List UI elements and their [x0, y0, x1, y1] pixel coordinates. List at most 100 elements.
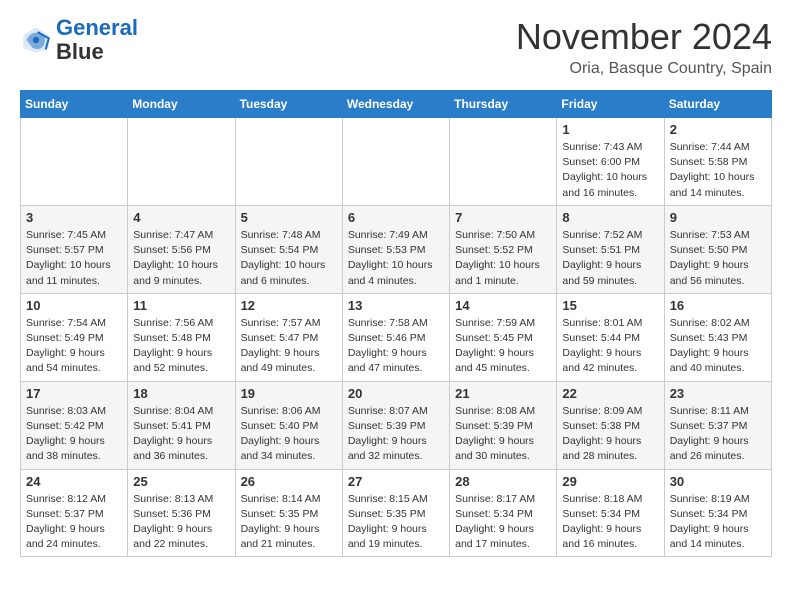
day-number: 10	[26, 298, 122, 313]
day-number: 15	[562, 298, 658, 313]
header-cell-friday: Friday	[557, 91, 664, 118]
calendar-cell: 9 Sunrise: 7:53 AM Sunset: 5:50 PM Daylig…	[664, 205, 771, 293]
day-info: Sunrise: 8:01 AM Sunset: 5:44 PM Dayligh…	[562, 316, 658, 377]
day-number: 18	[133, 386, 229, 401]
calendar-week-0: 1Sunrise: 7:43 AM Sunset: 6:00 PM Daylig…	[21, 118, 772, 206]
day-info: Sunrise: 7:52 AM Sunset: 5:51 PM Dayligh…	[562, 228, 658, 289]
calendar-cell	[235, 118, 342, 206]
day-number: 6	[348, 210, 444, 225]
day-info: Sunrise: 7:44 AM Sunset: 5:58 PM Dayligh…	[670, 140, 766, 201]
day-number: 29	[562, 474, 658, 489]
calendar-week-2: 10 Sunrise: 7:54 AM Sunset: 5:49 PM Dayli…	[21, 293, 772, 381]
day-info: Sunrise: 7:48 AM Sunset: 5:54 PM Dayligh…	[241, 228, 337, 289]
calendar-week-4: 24Sunrise: 8:12 AM Sunset: 5:37 PM Dayli…	[21, 469, 772, 557]
day-number: 30	[670, 474, 766, 489]
calendar-cell	[450, 118, 557, 206]
header-cell-tuesday: Tuesday	[235, 91, 342, 118]
calendar-week-1: 3 Sunrise: 7:45 AM Sunset: 5:57 PM Daylig…	[21, 205, 772, 293]
calendar-cell: 8 Sunrise: 7:52 AM Sunset: 5:51 PM Daylig…	[557, 205, 664, 293]
location: Oria, Basque Country, Spain	[516, 60, 772, 78]
calendar-cell: 22Sunrise: 8:09 AM Sunset: 5:38 PM Dayli…	[557, 381, 664, 469]
day-number: 28	[455, 474, 551, 489]
calendar-body: 1Sunrise: 7:43 AM Sunset: 6:00 PM Daylig…	[21, 118, 772, 557]
logo: General Blue	[20, 16, 138, 64]
header-cell-saturday: Saturday	[664, 91, 771, 118]
calendar-cell: 25 Sunrise: 8:13 AM Sunset: 5:36 PM Dayli…	[128, 469, 235, 557]
logo-line1: General	[56, 15, 138, 40]
day-info: Sunrise: 8:07 AM Sunset: 5:39 PM Dayligh…	[348, 404, 444, 465]
day-number: 14	[455, 298, 551, 313]
day-info: Sunrise: 7:53 AM Sunset: 5:50 PM Dayligh…	[670, 228, 766, 289]
calendar-cell: 3 Sunrise: 7:45 AM Sunset: 5:57 PM Daylig…	[21, 205, 128, 293]
day-number: 3	[26, 210, 122, 225]
logo-line2: Blue	[56, 40, 138, 64]
day-number: 25	[133, 474, 229, 489]
calendar-cell: 7 Sunrise: 7:50 AM Sunset: 5:52 PM Daylig…	[450, 205, 557, 293]
calendar-cell: 2 Sunrise: 7:44 AM Sunset: 5:58 PM Daylig…	[664, 118, 771, 206]
day-info: Sunrise: 7:54 AM Sunset: 5:49 PM Dayligh…	[26, 316, 122, 377]
calendar-cell: 30 Sunrise: 8:19 AM Sunset: 5:34 PM Dayli…	[664, 469, 771, 557]
month-title: November 2024	[516, 16, 772, 58]
calendar-cell: 23 Sunrise: 8:11 AM Sunset: 5:37 PM Dayli…	[664, 381, 771, 469]
day-info: Sunrise: 8:15 AM Sunset: 5:35 PM Dayligh…	[348, 492, 444, 553]
calendar-cell: 18 Sunrise: 8:04 AM Sunset: 5:41 PM Dayli…	[128, 381, 235, 469]
calendar-cell: 11 Sunrise: 7:56 AM Sunset: 5:48 PM Dayli…	[128, 293, 235, 381]
day-number: 13	[348, 298, 444, 313]
day-info: Sunrise: 7:56 AM Sunset: 5:48 PM Dayligh…	[133, 316, 229, 377]
calendar-cell: 24Sunrise: 8:12 AM Sunset: 5:37 PM Dayli…	[21, 469, 128, 557]
day-info: Sunrise: 8:12 AM Sunset: 5:37 PM Dayligh…	[26, 492, 122, 553]
calendar-cell	[342, 118, 449, 206]
day-number: 9	[670, 210, 766, 225]
day-info: Sunrise: 8:04 AM Sunset: 5:41 PM Dayligh…	[133, 404, 229, 465]
day-info: Sunrise: 7:47 AM Sunset: 5:56 PM Dayligh…	[133, 228, 229, 289]
day-info: Sunrise: 8:09 AM Sunset: 5:38 PM Dayligh…	[562, 404, 658, 465]
day-info: Sunrise: 8:03 AM Sunset: 5:42 PM Dayligh…	[26, 404, 122, 465]
header-cell-sunday: Sunday	[21, 91, 128, 118]
day-info: Sunrise: 7:57 AM Sunset: 5:47 PM Dayligh…	[241, 316, 337, 377]
day-info: Sunrise: 7:50 AM Sunset: 5:52 PM Dayligh…	[455, 228, 551, 289]
calendar-cell: 15 Sunrise: 8:01 AM Sunset: 5:44 PM Dayli…	[557, 293, 664, 381]
calendar-table: SundayMondayTuesdayWednesdayThursdayFrid…	[20, 90, 772, 557]
calendar-cell: 20 Sunrise: 8:07 AM Sunset: 5:39 PM Dayli…	[342, 381, 449, 469]
day-info: Sunrise: 7:45 AM Sunset: 5:57 PM Dayligh…	[26, 228, 122, 289]
calendar-cell: 27 Sunrise: 8:15 AM Sunset: 5:35 PM Dayli…	[342, 469, 449, 557]
calendar-cell: 21Sunrise: 8:08 AM Sunset: 5:39 PM Dayli…	[450, 381, 557, 469]
day-info: Sunrise: 8:08 AM Sunset: 5:39 PM Dayligh…	[455, 404, 551, 465]
day-number: 4	[133, 210, 229, 225]
day-number: 20	[348, 386, 444, 401]
day-info: Sunrise: 8:18 AM Sunset: 5:34 PM Dayligh…	[562, 492, 658, 553]
day-info: Sunrise: 7:58 AM Sunset: 5:46 PM Dayligh…	[348, 316, 444, 377]
day-number: 11	[133, 298, 229, 313]
calendar-cell: 16Sunrise: 8:02 AM Sunset: 5:43 PM Dayli…	[664, 293, 771, 381]
page-container: General Blue November 2024 Oria, Basque …	[0, 0, 792, 573]
day-number: 2	[670, 122, 766, 137]
calendar-cell: 29 Sunrise: 8:18 AM Sunset: 5:34 PM Dayli…	[557, 469, 664, 557]
header-row: SundayMondayTuesdayWednesdayThursdayFrid…	[21, 91, 772, 118]
day-number: 8	[562, 210, 658, 225]
day-number: 19	[241, 386, 337, 401]
day-info: Sunrise: 8:19 AM Sunset: 5:34 PM Dayligh…	[670, 492, 766, 553]
calendar-cell: 13 Sunrise: 7:58 AM Sunset: 5:46 PM Dayli…	[342, 293, 449, 381]
day-info: Sunrise: 8:13 AM Sunset: 5:36 PM Dayligh…	[133, 492, 229, 553]
header-cell-wednesday: Wednesday	[342, 91, 449, 118]
calendar-cell: 19 Sunrise: 8:06 AM Sunset: 5:40 PM Dayli…	[235, 381, 342, 469]
day-info: Sunrise: 8:14 AM Sunset: 5:35 PM Dayligh…	[241, 492, 337, 553]
calendar-cell	[128, 118, 235, 206]
calendar-cell: 4 Sunrise: 7:47 AM Sunset: 5:56 PM Daylig…	[128, 205, 235, 293]
calendar-cell: 26 Sunrise: 8:14 AM Sunset: 5:35 PM Dayli…	[235, 469, 342, 557]
day-number: 5	[241, 210, 337, 225]
day-info: Sunrise: 8:11 AM Sunset: 5:37 PM Dayligh…	[670, 404, 766, 465]
day-number: 26	[241, 474, 337, 489]
calendar-header: SundayMondayTuesdayWednesdayThursdayFrid…	[21, 91, 772, 118]
day-number: 27	[348, 474, 444, 489]
calendar-cell: 17Sunrise: 8:03 AM Sunset: 5:42 PM Dayli…	[21, 381, 128, 469]
day-info: Sunrise: 8:06 AM Sunset: 5:40 PM Dayligh…	[241, 404, 337, 465]
calendar-cell: 14Sunrise: 7:59 AM Sunset: 5:45 PM Dayli…	[450, 293, 557, 381]
logo-text: General Blue	[56, 16, 138, 64]
calendar-cell: 5 Sunrise: 7:48 AM Sunset: 5:54 PM Daylig…	[235, 205, 342, 293]
day-info: Sunrise: 7:43 AM Sunset: 6:00 PM Dayligh…	[562, 140, 658, 201]
day-number: 23	[670, 386, 766, 401]
day-number: 7	[455, 210, 551, 225]
header: General Blue November 2024 Oria, Basque …	[20, 16, 772, 78]
day-number: 12	[241, 298, 337, 313]
